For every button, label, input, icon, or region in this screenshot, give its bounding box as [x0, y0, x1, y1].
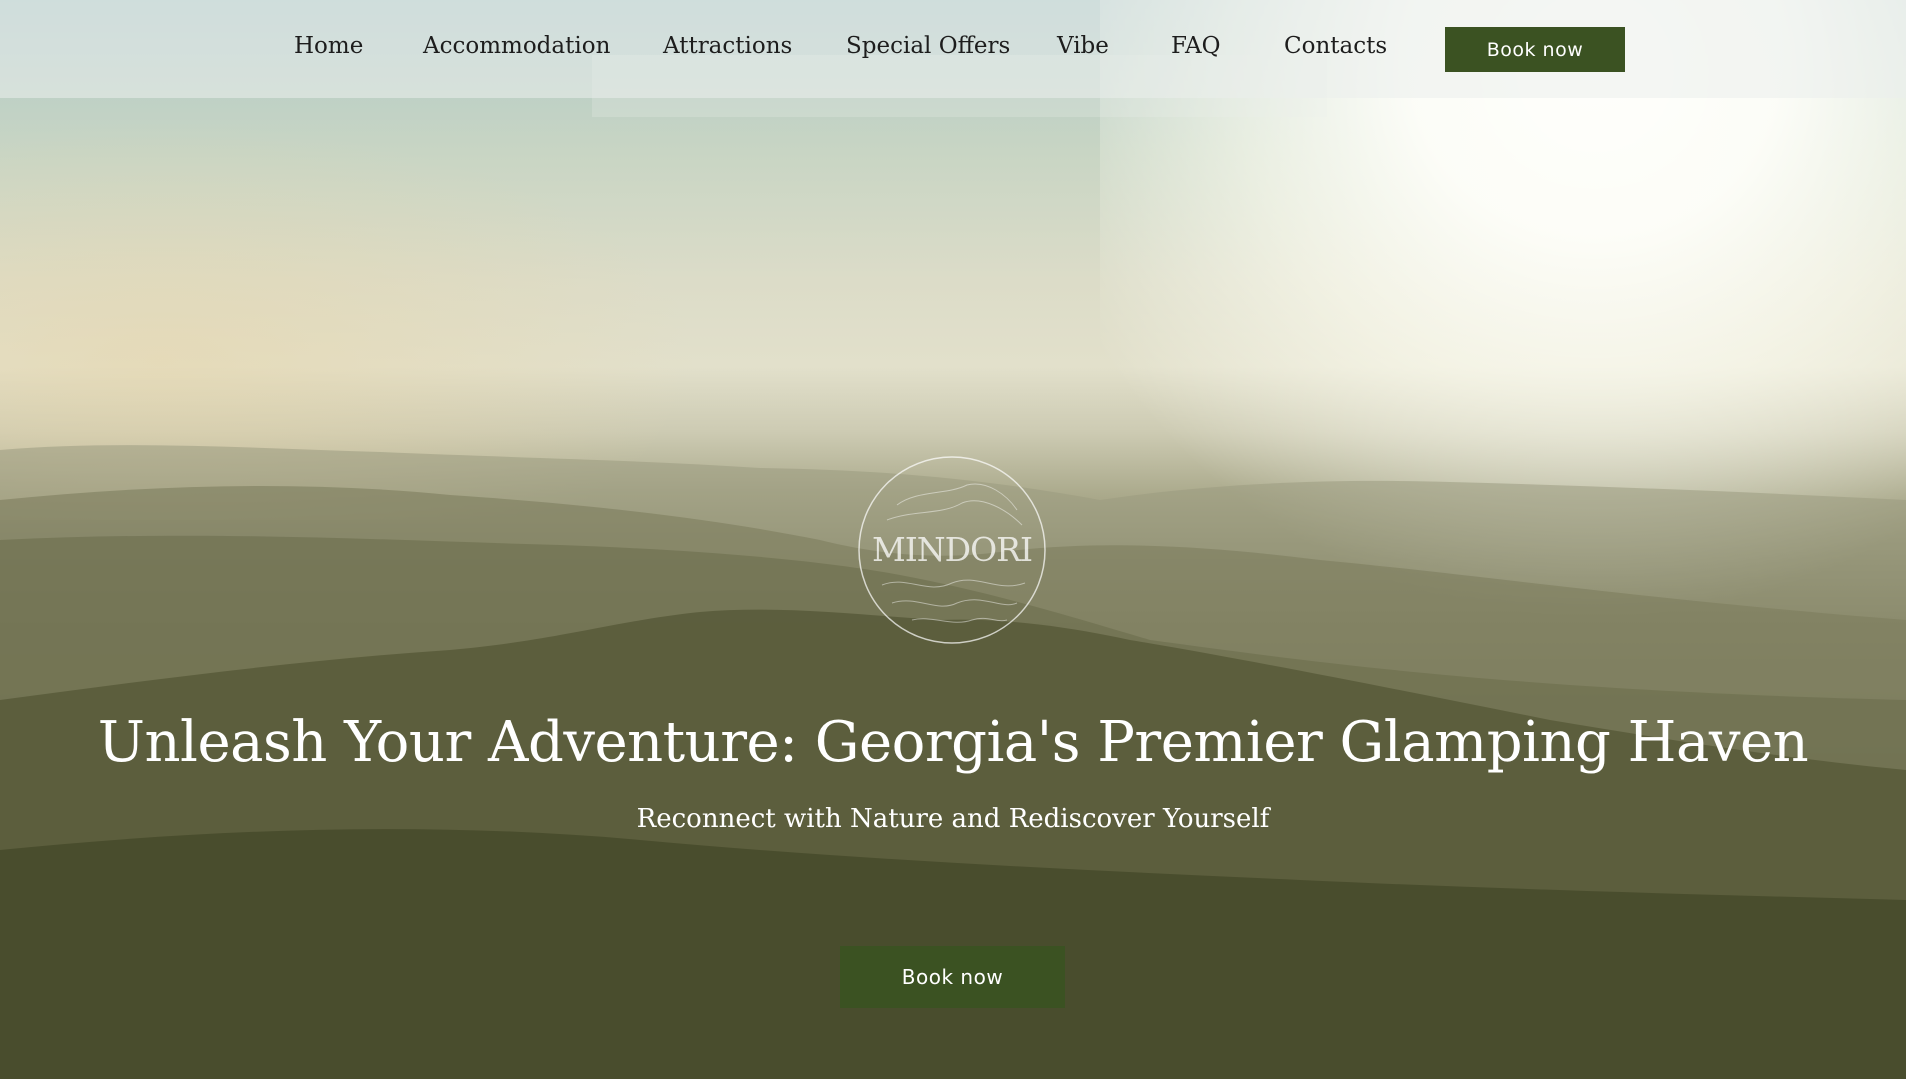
nav-vibe[interactable]: Vibe: [1057, 33, 1109, 59]
book-now-hero-button[interactable]: Book now: [840, 946, 1065, 1008]
announcement-strip: [592, 55, 1327, 117]
nav-faq[interactable]: FAQ: [1171, 33, 1220, 59]
book-now-header-button[interactable]: Book now: [1445, 27, 1625, 72]
nav-contacts[interactable]: Contacts: [1284, 33, 1387, 59]
nav-accommodation[interactable]: Accommodation: [423, 33, 610, 59]
nav-home[interactable]: Home: [294, 33, 363, 59]
hero-headline: Unleash Your Adventure: Georgia's Premie…: [97, 710, 1809, 775]
hero-subheadline: Reconnect with Nature and Rediscover You…: [636, 804, 1270, 834]
nav-attractions[interactable]: Attractions: [663, 33, 792, 59]
nav-special-offers[interactable]: Special Offers: [846, 33, 1010, 59]
logo-wordmark: MINDORI: [871, 530, 1033, 569]
